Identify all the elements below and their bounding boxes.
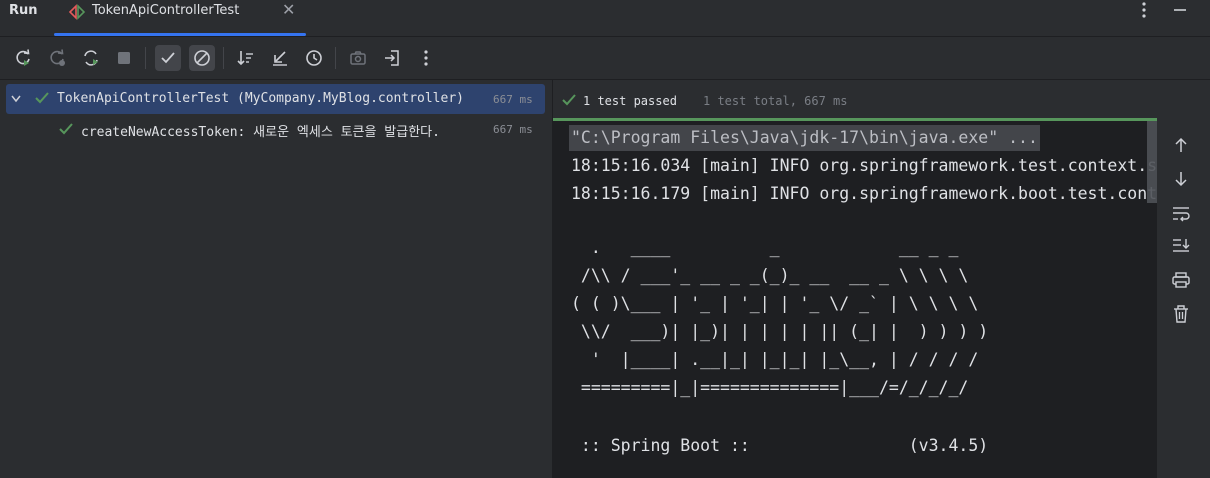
active-tab-indicator [54,33,306,36]
run-toolbar [0,37,1210,80]
run-window-title: Run [9,3,38,18]
history-button[interactable] [301,45,327,71]
rerun-failed-icon [50,49,65,66]
tree-item-child-time: 667 ms [493,123,533,136]
scroll-up-button[interactable] [1171,135,1191,155]
scroll-to-end-icon [1173,239,1190,252]
rerun-icon [16,49,30,66]
export-button[interactable] [379,45,405,71]
soft-wrap-icon [1173,207,1190,222]
toggle-auto-test-button[interactable] [78,45,104,71]
arrow-up-icon [1175,137,1187,152]
toolbar-separator [145,47,146,69]
print-button[interactable] [1171,270,1191,290]
tab-title: TokenApiControllerTest [92,3,240,18]
close-icon[interactable]: ✕ [282,0,295,20]
more-button[interactable] [413,45,439,71]
toggle-auto-test-icon [84,50,98,66]
console-scrollbar[interactable] [1147,121,1157,203]
console-log-line: 18:15:16.179 [main] INFO org.springframe… [571,184,1157,203]
history-icon [306,50,322,66]
camera-icon [350,51,366,65]
rerun-button[interactable] [10,45,36,71]
stop-button[interactable] [111,45,137,71]
rerun-failed-button[interactable] [44,45,70,71]
clear-all-button[interactable] [1171,304,1191,324]
toolbar-separator [223,47,224,69]
spring-boot-version-line: :: Spring Boot :: (v3.4.5) [571,436,989,455]
arrow-down-icon [1175,172,1187,187]
scroll-down-button[interactable] [1171,169,1191,189]
tool-window-header: Run TokenApiControllerTest ✕ [0,0,1210,37]
tab-token-api-controller-test[interactable]: TokenApiControllerTest ✕ [54,0,306,36]
chevron-down-icon[interactable] [10,94,22,104]
test-status-bar: 1 test passed 1 test total, 667 ms [553,80,1157,118]
stop-icon [118,52,130,64]
trash-icon [1174,305,1188,323]
spring-banner-line: /\\ / ___'_ __ _ _(_)_ __ __ _ \ \ \ \ [571,266,969,285]
more-vertical-icon [424,50,428,66]
toolbar-separator [335,47,336,69]
ignored-icon [194,50,210,66]
check-icon [161,52,175,64]
tree-item-root-label: TokenApiControllerTest (MyCompany.MyBlog… [57,91,464,106]
tree-item-child-label: createNewAccessToken: 새로운 엑세스 토큰을 발급한다. [81,125,440,140]
screenshot-button[interactable] [345,45,371,71]
tree-item-root-time: 667 ms [493,93,533,106]
spring-banner-line: =========|_|==============|___/=/_/_/_/ [571,378,969,397]
test-tree-panel: TokenApiControllerTest (MyCompany.MyBlog… [0,80,553,478]
console-side-toolbar [1157,121,1210,478]
passed-check-icon [35,92,49,104]
spring-banner-line: \\/ ___)| |_)| | | | | || (_| | ) ) ) ) [571,322,989,341]
sort-icon [237,51,253,66]
collapse-icon [273,51,287,66]
passed-check-icon [562,94,576,106]
spring-banner-line: ' |____| .__|_| |_|_| |_\__, | / / / / [571,350,979,369]
collapse-button[interactable] [267,45,293,71]
status-passed-text: 1 test passed [583,94,677,108]
test-run-config-icon [68,3,86,26]
scroll-to-end-button[interactable] [1171,236,1191,256]
export-icon [385,50,399,66]
show-passed-button[interactable] [155,45,181,71]
spring-banner-line: . ____ _ __ _ _ [571,238,959,257]
sort-button[interactable] [233,45,259,71]
spring-banner-line: ( ( )\___ | '_ | '_| | '_ \/ _` | \ \ \ … [571,294,979,313]
tree-item-child[interactable]: createNewAccessToken: 새로운 엑세스 토큰을 발급한다. … [6,116,545,142]
minimize-icon[interactable] [1172,2,1188,18]
console-command-line[interactable]: "C:\Program Files\Java\jdk-17\bin\java.e… [569,125,1040,151]
console-log-line: 18:15:16.034 [main] INFO org.springframe… [571,156,1157,175]
passed-check-icon [59,123,73,135]
more-vertical-icon[interactable] [1136,0,1152,22]
status-total-text: 1 test total, 667 ms [703,94,848,108]
console-output[interactable]: "C:\Program Files\Java\jdk-17\bin\java.e… [553,121,1157,478]
show-ignored-button[interactable] [189,45,215,71]
printer-icon [1172,272,1190,288]
soft-wrap-button[interactable] [1171,203,1191,223]
tree-item-root[interactable]: TokenApiControllerTest (MyCompany.MyBlog… [6,84,545,114]
